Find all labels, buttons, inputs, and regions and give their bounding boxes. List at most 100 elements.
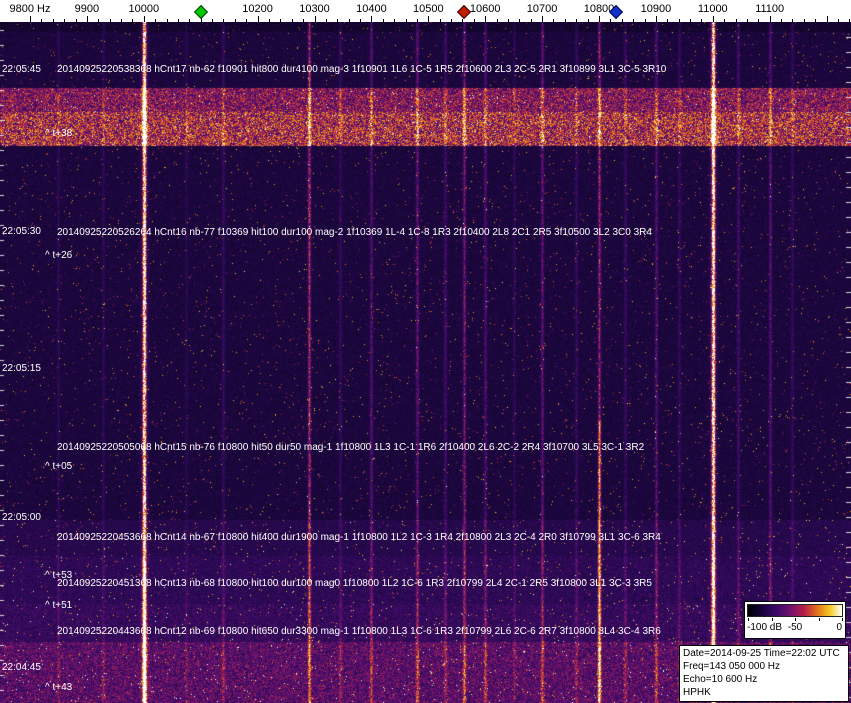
freq-tick: [258, 16, 259, 22]
freq-tick: [280, 19, 281, 22]
detection-record: 20140925220451368 hCnt13 nb-68 f10800 hi…: [57, 578, 652, 589]
freq-tick: [428, 16, 429, 22]
freq-tick: [542, 16, 543, 22]
freq-tick: [485, 16, 486, 22]
frequency-axis: 9800 Hz 9900 10000 10200 10300 10400 10500 1060…: [0, 0, 851, 22]
freq-tick: [41, 19, 42, 22]
colorbar-legend: -100 dB -50 0: [744, 601, 846, 639]
freq-tick: [701, 19, 702, 22]
colorbar-tick: [842, 618, 843, 621]
time-tick-label: 22:05:15: [2, 363, 41, 374]
freq-tick: [64, 19, 65, 22]
spectrogram-app: 9800 Hz 9900 10000 10200 10300 10400 10500 1060…: [0, 0, 851, 703]
detection-record: 20140925220453668 hCnt14 nb-67 f10800 hi…: [57, 532, 661, 543]
detection-time-marker: ^ t+05: [45, 461, 73, 472]
freq-tick-label: 10700: [526, 3, 558, 15]
freq-tick: [189, 19, 190, 22]
freq-tick: [838, 19, 839, 22]
freq-tick: [30, 16, 31, 22]
freq-tick: [633, 19, 634, 22]
freq-tick: [292, 19, 293, 22]
detection-record: 20140925220443668 hCnt12 nb-69 f10800 hi…: [57, 626, 661, 637]
status-info-box: Date=2014-09-25 Time=22:02 UTC Freq=143 …: [679, 645, 849, 702]
freq-tick-label: 10500: [413, 3, 444, 15]
freq-tick: [690, 19, 691, 22]
freq-tick: [576, 19, 577, 22]
time-tick-label: 22:05:30: [2, 226, 41, 237]
freq-tick: [212, 19, 213, 22]
freq-tick: [622, 19, 623, 22]
freq-tick: [849, 19, 850, 22]
freq-tick: [724, 19, 725, 22]
freq-tick: [667, 19, 668, 22]
freq-tick: [588, 19, 589, 22]
freq-tick: [315, 16, 316, 22]
freq-tick: [167, 19, 168, 22]
detection-time-marker: ^ t+26: [45, 250, 73, 261]
freq-tick: [451, 19, 452, 22]
freq-tick: [269, 19, 270, 22]
freq-tick: [303, 19, 304, 22]
info-echo: Echo=10 600 Hz: [683, 674, 758, 685]
freq-tick: [758, 19, 759, 22]
freq-tick: [417, 19, 418, 22]
freq-tick: [349, 19, 350, 22]
info-station-code: HPHK: [683, 687, 711, 698]
freq-tick: [519, 19, 520, 22]
freq-tick: [98, 19, 99, 22]
freq-tick: [679, 19, 680, 22]
freq-tick-label: 10200: [242, 3, 273, 15]
freq-tick: [246, 19, 247, 22]
freq-tick-label: 11100: [755, 3, 785, 15]
freq-tick: [235, 19, 236, 22]
time-tick-label: 22:05:45: [2, 64, 41, 75]
freq-tick: [110, 19, 111, 22]
freq-tick: [337, 19, 338, 22]
time-tick-label: 22:05:00: [2, 512, 41, 523]
colorbar-min-label: -100 dB: [747, 622, 783, 633]
colorbar-tick: [748, 618, 749, 621]
freq-tick-label: 10400: [356, 3, 387, 15]
freq-tick-label: 10300: [299, 3, 330, 15]
green-frequency-marker[interactable]: [193, 4, 208, 20]
detection-time-marker: ^ t+38: [45, 128, 73, 139]
freq-tick: [645, 19, 646, 22]
colorbar-max-label: 0: [836, 622, 842, 633]
freq-tick-label: 9800 Hz: [9, 3, 51, 15]
time-tick-label: 22:04:45: [2, 662, 41, 673]
freq-tick: [610, 19, 611, 22]
freq-tick: [406, 19, 407, 22]
freq-tick: [132, 19, 133, 22]
freq-tick-label: 9900: [74, 3, 100, 15]
freq-tick: [326, 19, 327, 22]
freq-tick: [178, 19, 179, 22]
freq-tick: [553, 19, 554, 22]
freq-tick: [87, 16, 88, 22]
freq-tick: [827, 16, 828, 22]
freq-tick: [508, 19, 509, 22]
freq-tick: [223, 19, 224, 22]
freq-tick: [121, 19, 122, 22]
colorbar-tick: [818, 618, 820, 621]
freq-tick: [656, 16, 657, 22]
colorbar-gradient: [747, 604, 843, 617]
freq-tick: [781, 19, 782, 22]
freq-tick-label: 11000: [697, 3, 728, 15]
freq-tick: [713, 16, 714, 22]
freq-tick: [440, 19, 441, 22]
freq-tick: [371, 16, 372, 22]
freq-tick: [815, 19, 816, 22]
freq-tick: [474, 19, 475, 22]
freq-tick: [792, 19, 793, 22]
colorbar-tick: [771, 618, 773, 621]
detection-record: 20140925220526264 hCnt16 nb-77 f10369 hi…: [57, 227, 652, 238]
freq-tick: [53, 19, 54, 22]
freq-tick: [736, 19, 737, 22]
info-date-time: Date=2014-09-25 Time=22:02 UTC: [683, 648, 840, 659]
freq-tick: [155, 19, 156, 22]
freq-tick: [804, 19, 805, 22]
freq-tick: [747, 19, 748, 22]
freq-tick: [144, 16, 145, 22]
red-frequency-marker[interactable]: [456, 4, 471, 20]
freq-tick: [394, 19, 395, 22]
